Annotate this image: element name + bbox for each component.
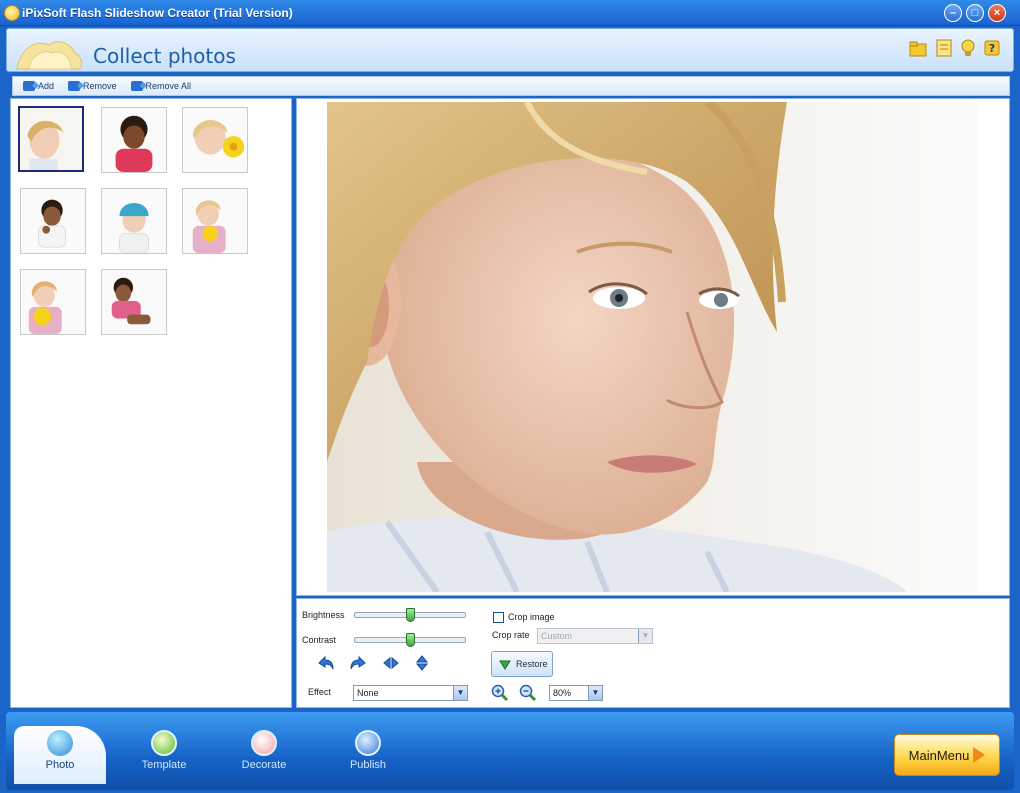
decorate-icon (251, 730, 277, 756)
add-icon (23, 81, 35, 91)
title-bar: iPixSoft Flash Slideshow Creator (Trial … (0, 0, 1020, 26)
photo-thumbnail[interactable] (101, 269, 167, 335)
flip-vertical-icon[interactable] (413, 655, 431, 671)
rotate-right-icon[interactable] (349, 655, 367, 671)
tab-template-label: Template (141, 759, 187, 771)
photo-thumbnail[interactable] (182, 188, 248, 254)
bottom-navigation-bar: Photo Template Decorate Publish MainMenu (6, 712, 1014, 790)
contrast-label: Contrast (302, 635, 337, 645)
brightness-label: Brightness (302, 610, 345, 620)
effect-select[interactable]: None ▼ (353, 685, 468, 701)
add-label: Add (38, 81, 55, 91)
photo-thumbnail[interactable] (20, 188, 86, 254)
maximize-button[interactable]: □ (966, 4, 984, 22)
flip-horizontal-icon[interactable] (382, 655, 400, 671)
remove-button[interactable]: Remove (68, 81, 117, 91)
photo-preview-image[interactable] (327, 102, 979, 592)
tab-photo-label: Photo (45, 759, 75, 771)
help-icon[interactable]: ? (983, 38, 1001, 58)
crop-image-checkbox[interactable] (493, 612, 504, 623)
effect-value: None (357, 688, 379, 698)
svg-text:?: ? (989, 42, 995, 55)
crop-rate-label: Crop rate (492, 630, 530, 640)
remove-label: Remove (83, 81, 117, 91)
photo-thumbnail[interactable] (18, 106, 84, 172)
chevron-down-icon: ▼ (588, 686, 602, 700)
zoom-value: 80% (553, 688, 572, 698)
app-logo-icon (4, 5, 20, 21)
restore-icon (499, 660, 511, 670)
contrast-slider[interactable] (354, 633, 466, 647)
crop-image-label: Crop image (508, 612, 555, 622)
close-button[interactable]: × (988, 4, 1006, 22)
photo-toolbar: Add Remove Remove All (12, 76, 1010, 96)
chevron-down-icon: ▼ (453, 686, 467, 700)
remove-all-button[interactable]: Remove All (130, 81, 192, 91)
zoom-select[interactable]: 80% ▼ (549, 685, 603, 701)
photo-thumbnail[interactable] (20, 269, 86, 335)
add-button[interactable]: Add (23, 81, 54, 91)
photo-icon (47, 730, 73, 756)
publish-icon (355, 730, 381, 756)
tab-photo[interactable]: Photo (14, 726, 106, 784)
brightness-slider[interactable] (354, 608, 466, 622)
brightness-slider-thumb[interactable] (406, 608, 415, 622)
photo-thumbnail[interactable] (101, 107, 167, 173)
tab-publish[interactable]: Publish (322, 726, 414, 782)
crop-rate-value: Custom (541, 631, 573, 641)
tab-publish-label: Publish (349, 759, 387, 771)
effect-label: Effect (308, 687, 331, 697)
window-title: iPixSoft Flash Slideshow Creator (Trial … (22, 5, 293, 20)
zoom-out-icon[interactable] (519, 684, 537, 702)
rotate-left-icon[interactable] (317, 655, 335, 671)
restore-button[interactable]: Restore (491, 651, 553, 677)
main-menu-label: MainMenu (908, 747, 970, 763)
page-title: Collect photos (93, 44, 236, 68)
crop-rate-select[interactable]: Custom ▼ (537, 628, 653, 644)
remove-icon (68, 81, 81, 91)
photo-thumbnail[interactable] (101, 188, 167, 254)
photos-header-icon (16, 41, 83, 70)
remove-all-icon (130, 81, 143, 91)
restore-label: Restore (516, 659, 548, 669)
zoom-in-icon[interactable] (491, 684, 509, 702)
photo-preview-panel (296, 98, 1010, 596)
tab-decorate[interactable]: Decorate (218, 726, 310, 782)
lightbulb-icon[interactable] (959, 38, 977, 58)
template-icon (151, 730, 177, 756)
minimize-button[interactable]: – (944, 4, 962, 22)
contrast-slider-thumb[interactable] (406, 633, 415, 647)
main-menu-button[interactable]: MainMenu (894, 734, 1000, 776)
tab-template[interactable]: Template (118, 726, 210, 782)
arrow-right-icon (973, 747, 986, 763)
photo-adjustment-panel: Brightness Contrast Effect None ▼ Crop i… (296, 598, 1010, 708)
tab-decorate-label: Decorate (241, 759, 287, 771)
folder-icon[interactable] (909, 38, 927, 58)
photo-list-panel (10, 98, 292, 708)
notes-icon[interactable] (935, 38, 953, 58)
photo-thumbnail[interactable] (182, 107, 248, 173)
page-header: Collect photos ? (6, 28, 1014, 72)
chevron-down-icon: ▼ (638, 629, 652, 643)
remove-all-label: Remove All (145, 81, 192, 91)
